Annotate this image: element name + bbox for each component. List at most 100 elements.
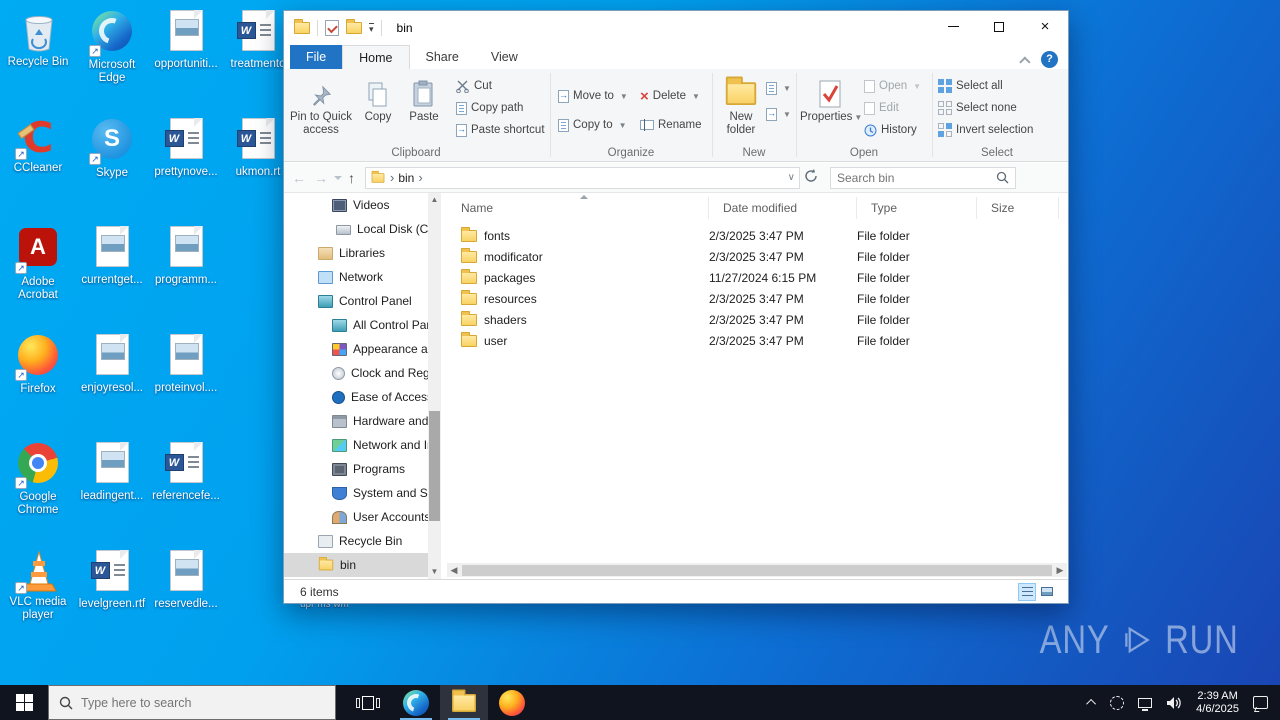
select-none-button[interactable]: Select none <box>938 98 1017 118</box>
file-row-user[interactable]: user 2/3/2025 3:47 PM File folder <box>447 330 1068 351</box>
desktop-icon-adobe-acrobat[interactable]: A ↗ Adobe Acrobat <box>2 224 74 302</box>
desktop-icon-opportuniti[interactable]: opportuniti... <box>150 8 222 71</box>
desktop-icon-microsoft-edge[interactable]: ↗ Microsoft Edge <box>76 8 148 85</box>
sidebar-item-all-control-panel[interactable]: All Control Par <box>284 313 428 337</box>
desktop-icon-leadingent[interactable]: leadingent... <box>76 440 148 503</box>
sidebar-item-programs[interactable]: Programs <box>284 457 428 481</box>
file-row-fonts[interactable]: fonts 2/3/2025 3:47 PM File folder <box>447 225 1068 246</box>
qat-new-folder-icon[interactable] <box>346 19 362 34</box>
sidebar-item-bin[interactable]: bin <box>284 553 428 577</box>
column-header-size[interactable]: Size <box>977 197 1059 219</box>
taskbar-file-explorer-button[interactable] <box>440 685 488 720</box>
recent-locations-icon[interactable] <box>334 175 342 180</box>
desktop-icon-prettynove[interactable]: W prettynove... <box>150 116 222 179</box>
cut-button[interactable]: Cut <box>456 76 492 96</box>
address-dropdown-icon[interactable]: ∨ <box>788 172 795 183</box>
desktop-icon-currentget[interactable]: currentget... <box>76 224 148 287</box>
copy-path-button[interactable]: Copy path <box>456 98 523 118</box>
desktop-icon-vlc[interactable]: ↗ VLC media player <box>2 548 74 622</box>
rename-button[interactable]: Rename <box>640 115 701 135</box>
horizontal-scrollbar[interactable]: ◀ ▶ <box>447 563 1067 577</box>
qat-properties-icon[interactable] <box>325 20 339 36</box>
qat-customize-icon[interactable]: ▾ <box>369 23 374 34</box>
search-input[interactable] <box>837 170 996 185</box>
taskbar-firefox-button[interactable] <box>488 685 536 720</box>
sidebar-item-videos[interactable]: Videos <box>284 193 428 217</box>
column-header-date-modified[interactable]: Date modified <box>709 197 857 219</box>
properties-button[interactable]: Properties ▼ <box>800 74 862 124</box>
maximize-button[interactable] <box>976 11 1022 42</box>
delete-button[interactable]: × Delete ▼ <box>640 86 700 106</box>
forward-icon[interactable]: → <box>314 170 328 186</box>
column-header-name[interactable]: Name <box>447 197 709 219</box>
sidebar-item-user-accounts[interactable]: User Accounts <box>284 505 428 529</box>
hidden-icons-chevron-icon[interactable] <box>1086 698 1097 709</box>
sidebar-scrollbar[interactable]: ▲ ▼ <box>428 193 441 579</box>
scroll-down-icon[interactable]: ▼ <box>428 565 441 579</box>
tab-view[interactable]: View <box>475 45 534 69</box>
pin-to-quick-access-button[interactable]: Pin to Quick access <box>290 74 352 137</box>
history-button[interactable]: History <box>864 120 917 140</box>
details-view-button[interactable] <box>1018 582 1036 601</box>
taskbar-clock[interactable]: 2:39 AM 4/6/2025 <box>1196 690 1239 716</box>
desktop-icon-reservedle[interactable]: reservedle... <box>150 548 222 611</box>
desktop-icon-ccleaner[interactable]: C ↗ CCleaner <box>2 116 74 175</box>
tab-file[interactable]: File <box>290 45 343 69</box>
sidebar-item-network[interactable]: Network <box>284 265 428 289</box>
title-bar[interactable]: ▾ bin × <box>284 11 1068 45</box>
address-bar[interactable]: › bin › ∨ <box>365 166 800 189</box>
taskbar-search-input[interactable] <box>81 695 325 710</box>
start-button[interactable] <box>0 685 48 720</box>
new-item-button[interactable]: ▼ <box>766 78 791 98</box>
tab-home[interactable]: Home <box>342 45 410 69</box>
sidebar-item-libraries[interactable]: Libraries <box>284 241 428 265</box>
sidebar-item-hardware-sound[interactable]: Hardware and <box>284 409 428 433</box>
desktop-icon-levelgreen[interactable]: W levelgreen.rtf <box>76 548 148 611</box>
desktop-icon-programm[interactable]: programm... <box>150 224 222 287</box>
sidebar-item-local-disk[interactable]: Local Disk (C:) <box>284 217 428 241</box>
sidebar-item-appearance[interactable]: Appearance an <box>284 337 428 361</box>
action-center-icon[interactable] <box>1253 696 1268 709</box>
volume-icon[interactable] <box>1166 696 1182 710</box>
taskbar-edge-button[interactable] <box>392 685 440 720</box>
sidebar-item-control-panel[interactable]: Control Panel <box>284 289 428 313</box>
new-folder-button[interactable]: New folder <box>714 74 768 137</box>
help-icon[interactable]: ? <box>1041 51 1058 68</box>
column-header-type[interactable]: Type <box>857 197 977 219</box>
scroll-left-icon[interactable]: ◀ <box>447 565 461 576</box>
sidebar-item-ease-of-access[interactable]: Ease of Access <box>284 385 428 409</box>
sidebar-item-system-security[interactable]: System and Se <box>284 481 428 505</box>
desktop-icon-enjoyresol[interactable]: enjoyresol... <box>76 332 148 395</box>
large-icons-view-button[interactable] <box>1038 583 1056 601</box>
paste-shortcut-button[interactable]: Paste shortcut <box>456 120 545 140</box>
search-box[interactable] <box>830 166 1016 189</box>
desktop-icon-recycle-bin[interactable]: Recycle Bin <box>2 8 74 69</box>
scroll-right-icon[interactable]: ▶ <box>1053 565 1067 576</box>
file-row-shaders[interactable]: shaders 2/3/2025 3:47 PM File folder <box>447 309 1068 330</box>
copy-button[interactable]: Copy <box>356 74 400 124</box>
sidebar-item-clock-region[interactable]: Clock and Regi <box>284 361 428 385</box>
select-all-button[interactable]: Select all <box>938 76 1003 96</box>
meet-now-icon[interactable] <box>1110 695 1125 710</box>
minimize-button[interactable] <box>930 11 976 42</box>
desktop-icon-referencefe[interactable]: W referencefe... <box>150 440 222 503</box>
scroll-up-icon[interactable]: ▲ <box>428 193 441 207</box>
easy-access-button[interactable]: ▼ <box>766 104 791 124</box>
tab-share[interactable]: Share <box>410 45 475 69</box>
file-row-resources[interactable]: resources 2/3/2025 3:47 PM File folder <box>447 288 1068 309</box>
close-button[interactable]: × <box>1022 11 1068 42</box>
file-row-packages[interactable]: packages 11/27/2024 6:15 PM File folder <box>447 267 1068 288</box>
back-icon[interactable]: ← <box>292 170 306 186</box>
breadcrumb-folder[interactable]: bin <box>398 171 414 185</box>
invert-selection-button[interactable]: Invert selection <box>938 120 1033 140</box>
desktop-icon-google-chrome[interactable]: ↗ Google Chrome <box>2 440 74 517</box>
file-row-modificator[interactable]: modificator 2/3/2025 3:47 PM File folder <box>447 246 1068 267</box>
paste-button[interactable]: Paste <box>402 74 446 124</box>
network-icon[interactable] <box>1138 697 1153 711</box>
scrollbar-thumb[interactable] <box>462 564 1052 576</box>
refresh-icon[interactable] <box>804 169 818 186</box>
task-view-button[interactable] <box>344 685 392 720</box>
desktop-icon-firefox[interactable]: ↗ Firefox <box>2 332 74 396</box>
sidebar-item-network-internet[interactable]: Network and In <box>284 433 428 457</box>
up-icon[interactable]: ↑ <box>348 170 355 186</box>
